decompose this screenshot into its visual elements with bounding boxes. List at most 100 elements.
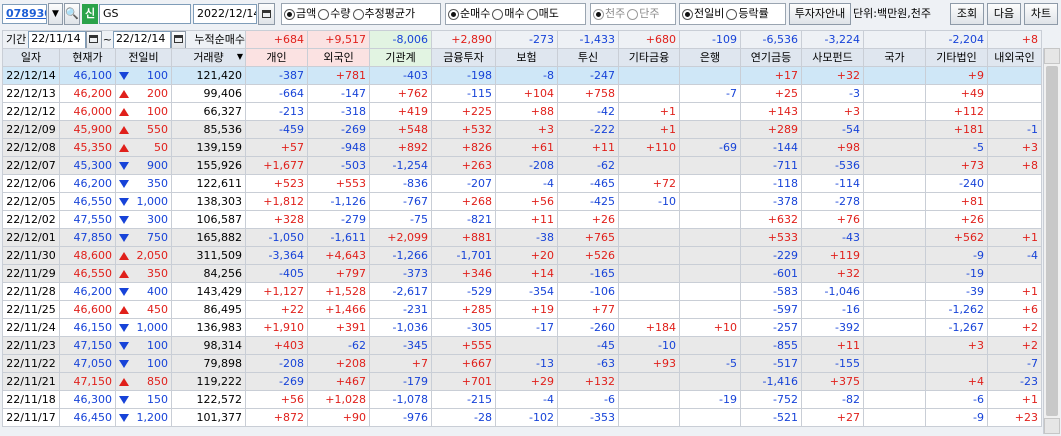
value-cell-trust: -165 — [557, 264, 620, 283]
change-display-radio-0[interactable]: 전일비 — [682, 4, 724, 24]
column-header-price[interactable]: 현재가 — [59, 48, 116, 67]
column-header-individual[interactable]: 개인 — [245, 48, 309, 67]
value-cell-trust: -222 — [557, 120, 620, 139]
column-header-change[interactable]: 전일비 — [115, 48, 172, 67]
value-cell-nation — [863, 246, 927, 265]
trade-type-radio-2[interactable]: 매도 — [526, 4, 559, 24]
column-header-trust[interactable]: 투신 — [557, 48, 620, 67]
start-calendar-button[interactable] — [85, 31, 102, 48]
scroll-up-button[interactable] — [1044, 48, 1060, 64]
period-start-input[interactable]: 22/11/14 — [28, 31, 86, 48]
stock-code-input[interactable]: 078930 — [2, 4, 47, 24]
value-cell-pension: +25 — [740, 84, 803, 103]
price-cell: 46,300 — [59, 390, 116, 409]
sort-dropdown-icon[interactable]: ▼ — [237, 50, 243, 66]
trade-type-radio-0[interactable]: 순매수 — [448, 4, 490, 24]
value-cell-private-fund: -155 — [801, 354, 865, 373]
date-cell: 22/11/23 — [2, 336, 60, 355]
price-cell: 45,350 — [59, 138, 116, 157]
table-row[interactable]: 22/11/22 47,050 100 79,898 -208 +208 +7 +667 -13… — [2, 354, 1043, 373]
column-header-institution[interactable]: 기관계 — [369, 48, 433, 67]
value-cell-nation — [863, 264, 927, 283]
table-row[interactable]: 22/12/14 46,100 100 121,420 -387 +781 -403 -198… — [2, 66, 1043, 85]
code-dropdown-button[interactable]: ▼ — [48, 3, 63, 25]
table-row[interactable]: 22/12/13 46,200 200 99,406 -664 -147 +762 -115 +… — [2, 84, 1043, 103]
trade-type-radio-1[interactable]: 매수 — [492, 4, 525, 24]
down-arrow-icon — [119, 71, 129, 80]
value-cell-foreign: -269 — [307, 120, 371, 139]
down-arrow-icon — [119, 197, 129, 206]
date-input[interactable]: 2022/12/14 — [193, 4, 257, 24]
table-row[interactable]: 22/12/07 45,300 900 155,926 +1,677 -503 -1,254… — [2, 156, 1043, 175]
calendar-button[interactable] — [258, 3, 275, 25]
change-display-radio-1[interactable]: 등락률 — [726, 4, 769, 24]
table-row[interactable]: 22/11/25 46,600 450 86,495 +22 +1,466 -231 +285… — [2, 300, 1043, 319]
column-header-other-finance[interactable]: 기타금융 — [618, 48, 681, 67]
column-header-private-fund[interactable]: 사모펀드 — [801, 48, 865, 67]
price-cell: 45,900 — [59, 120, 116, 139]
table-row[interactable]: 22/11/23 47,150 100 98,314 +403 -62 -345 +555 -4… — [2, 336, 1043, 355]
price-cell: 46,550 — [59, 264, 116, 283]
column-header-resident-foreign[interactable]: 내외국인 — [987, 48, 1043, 67]
table-row[interactable]: 22/11/21 47,150 850 119,222 -269 +467 -179 +701… — [2, 372, 1043, 391]
value-cell-trust: -353 — [557, 408, 620, 427]
vertical-scrollbar[interactable] — [1043, 48, 1060, 434]
scroll-thumb[interactable] — [1046, 66, 1058, 416]
table-row[interactable]: 22/11/29 46,550 350 84,256 -405 +797 -373 +346 +… — [2, 264, 1043, 283]
value-cell-institution: -2,617 — [369, 282, 433, 301]
table-row[interactable]: 22/12/09 45,900 550 85,536 -459 -269 +548 +532 +… — [2, 120, 1043, 139]
value-cell-bank — [679, 408, 742, 427]
value-cell-trust: -425 — [557, 192, 620, 211]
column-header-nation[interactable]: 국가 — [863, 48, 927, 67]
amount-type-radio-2[interactable]: 추정평균가 — [352, 4, 415, 24]
change-value: 100 — [147, 104, 168, 118]
value-cell-bank: +10 — [679, 318, 742, 337]
scroll-down-button[interactable] — [1044, 418, 1060, 434]
value-cell-institution: -836 — [369, 174, 433, 193]
summary-row: 기간 22/11/14 ~ 22/12/14 누적순매수 +684 +9,517… — [1, 30, 1043, 49]
investor-guide-button[interactable]: 투자자안내 — [789, 3, 851, 25]
column-header-foreign[interactable]: 외국인 — [307, 48, 371, 67]
search-button[interactable]: 🔍 — [64, 3, 80, 25]
table-row[interactable]: 22/12/06 46,200 350 122,611 +523 +553 -836 -207… — [2, 174, 1043, 193]
table-row[interactable]: 22/11/18 46,300 150 122,572 +56 +1,028 -1,078-… — [2, 390, 1043, 409]
period-end-input[interactable]: 22/12/14 — [112, 31, 171, 48]
value-cell-resident-foreign — [987, 192, 1043, 211]
value-cell-private-fund: +76 — [801, 210, 865, 229]
query-button[interactable]: 조회 — [950, 3, 984, 25]
column-header-volume[interactable]: 거래량 ▼ — [170, 48, 247, 67]
summary-nation — [863, 30, 927, 49]
table-row[interactable]: 22/12/01 47,850 750 165,882 -1,050 -1,611 +2,0… — [2, 228, 1043, 247]
amount-type-radio-1[interactable]: 수량 — [318, 4, 351, 24]
table-row[interactable]: 22/11/17 46,450 1,200 101,377 +872 +90 -976 -28… — [2, 408, 1043, 427]
column-header-financial-invest[interactable]: 금융투자 — [431, 48, 497, 67]
value-cell-insurance: +61 — [495, 138, 559, 157]
table-row[interactable]: 22/11/30 48,600 2,050 311,509 -3,364 +4,643 -1… — [2, 246, 1043, 265]
table-row[interactable]: 22/12/05 46,550 1,000 138,303 +1,812 -1,126 -7… — [2, 192, 1043, 211]
change-value: 750 — [147, 230, 168, 244]
end-calendar-button[interactable] — [170, 31, 187, 48]
column-header-other-corp[interactable]: 기타법인 — [925, 48, 989, 67]
column-header-bank[interactable]: 은행 — [679, 48, 742, 67]
column-header-insurance[interactable]: 보험 — [495, 48, 559, 67]
value-cell-pension: -521 — [740, 408, 803, 427]
table-row[interactable]: 22/11/28 46,200 400 143,429 +1,127 +1,528 -2,6… — [2, 282, 1043, 301]
table-row[interactable]: 22/12/08 45,350 50 139,159 +57 -948 +892 +826 +6… — [2, 138, 1043, 157]
value-cell-insurance: +88 — [495, 102, 559, 121]
value-cell-trust: -42 — [557, 102, 620, 121]
value-cell-bank — [679, 156, 742, 175]
table-row[interactable]: 22/12/12 46,000 100 66,327 -213 -318 +419 +225 +… — [2, 102, 1043, 121]
change-cell: 750 — [115, 228, 172, 247]
price-cell: 47,550 — [59, 210, 116, 229]
radio-label: 수량 — [330, 7, 351, 20]
next-button[interactable]: 다음 — [987, 3, 1021, 25]
table-row[interactable]: 22/12/02 47,550 300 106,587 +328 -279 -75 -821 +… — [2, 210, 1043, 229]
value-cell-resident-foreign — [987, 210, 1043, 229]
table-row[interactable]: 22/11/24 46,150 1,000 136,983 +1,910 +391 -1,0… — [2, 318, 1043, 337]
table-body: 22/12/14 46,100 100 121,420 -387 +781 -403 -198… — [2, 66, 1043, 427]
column-header-date[interactable]: 일자 — [2, 48, 60, 67]
amount-type-radio-0[interactable]: 금액 — [284, 4, 316, 24]
chart-button[interactable]: 차트 — [1024, 3, 1058, 25]
value-cell-institution: -345 — [369, 336, 433, 355]
column-header-pension[interactable]: 연기금등 — [740, 48, 803, 67]
